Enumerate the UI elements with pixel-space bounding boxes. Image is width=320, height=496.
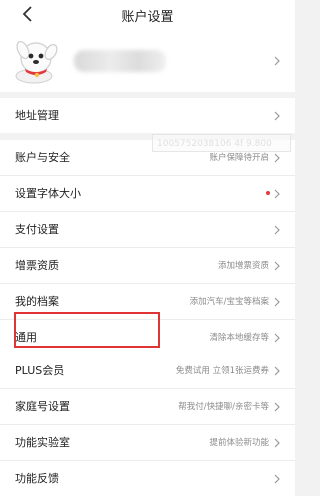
row-label: 支付设置 <box>15 223 59 236</box>
chevron-right-icon <box>274 402 280 412</box>
row-label: PLUS会员 <box>15 364 65 377</box>
highlight-box <box>14 312 160 348</box>
row-label: 我的档案 <box>15 295 59 308</box>
chevron-right-icon <box>274 189 280 199</box>
row-value: 帮我付/快捷聊/亲密卡等 <box>178 402 269 412</box>
mascot-dog-icon <box>15 40 58 84</box>
row-plus-member[interactable]: PLUS会员 免费试用 立领1张运费券 <box>0 353 295 389</box>
row-font-size[interactable]: 设置字体大小 <box>0 176 295 212</box>
chevron-right-icon <box>274 56 280 66</box>
chevron-right-icon <box>274 153 280 163</box>
avatar[interactable] <box>12 38 62 84</box>
address-group: 地址管理 <box>0 98 295 133</box>
row-vat-invoice[interactable]: 增票资质 添加增票资质 <box>0 248 295 284</box>
row-label: 家庭号设置 <box>15 400 70 413</box>
header-bar: 账户设置 <box>0 0 295 30</box>
row-label: 设置字体大小 <box>15 187 81 200</box>
row-label: 账户与安全 <box>15 151 70 164</box>
chevron-right-icon <box>274 261 280 271</box>
faint-watermark: 1005752038106 4f 9.800 <box>152 134 291 152</box>
row-label: 地址管理 <box>15 109 59 122</box>
row-payment-settings[interactable]: 支付设置 <box>0 212 295 248</box>
row-value: 添加增票资质 <box>217 261 269 271</box>
row-feedback[interactable]: 功能反馈 <box>0 461 295 496</box>
row-value: 账户保障待开启 <box>209 153 269 163</box>
row-feature-lab[interactable]: 功能实验室 提前体验新功能 <box>0 425 295 461</box>
page-title: 账户设置 <box>121 10 174 25</box>
row-family-account[interactable]: 家庭号设置 帮我付/快捷聊/亲密卡等 <box>0 389 295 425</box>
row-value: 免费试用 立领1张运费券 <box>175 366 269 376</box>
row-label: 功能反馈 <box>15 472 59 485</box>
notification-dot <box>266 191 270 195</box>
chevron-right-icon <box>274 333 280 343</box>
settings-group-2: PLUS会员 免费试用 立领1张运费券 家庭号设置 帮我付/快捷聊/亲密卡等 功… <box>0 353 295 496</box>
row-value: 提前体验新功能 <box>209 438 269 448</box>
chevron-right-icon <box>274 297 280 307</box>
row-value: 清除本地缓存等 <box>209 333 269 343</box>
profile-card[interactable] <box>0 30 295 92</box>
chevron-right-icon <box>274 225 280 235</box>
row-label: 功能实验室 <box>15 436 70 449</box>
row-value: 添加汽车/宝宝等档案 <box>189 297 269 307</box>
chevron-right-icon <box>274 438 280 448</box>
chevron-right-icon <box>274 111 280 121</box>
chevron-right-icon <box>274 474 280 484</box>
username-blurred <box>74 50 166 72</box>
row-address-management[interactable]: 地址管理 <box>0 98 295 133</box>
row-label: 增票资质 <box>15 259 59 272</box>
chevron-right-icon <box>274 366 280 376</box>
